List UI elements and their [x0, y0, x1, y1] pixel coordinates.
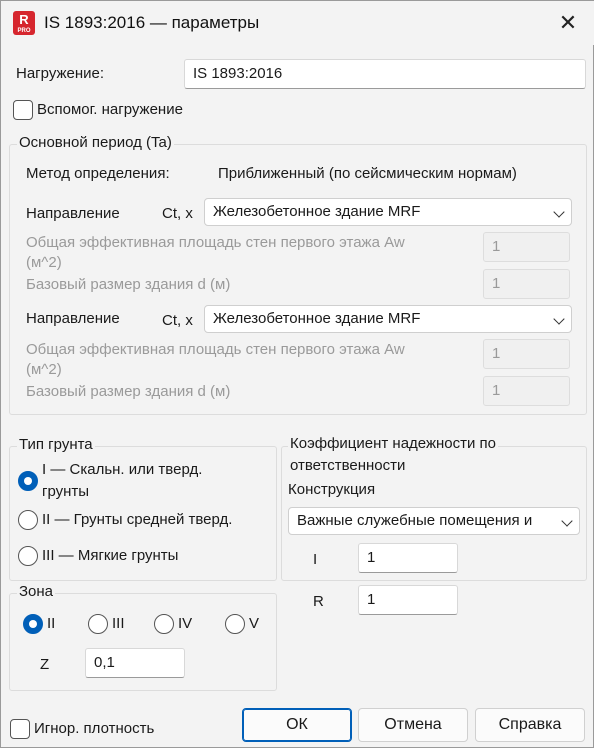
close-icon[interactable]: ✕ [555, 11, 581, 37]
chevron-down-icon [553, 313, 565, 325]
direction-1-size-label: Базовый размер здания d (м) [26, 276, 231, 293]
soil-type-2-label: II — Грунты средней тверд. [42, 511, 233, 528]
aux-load-checkbox[interactable] [13, 100, 33, 120]
direction-1-selected-value: Железобетонное здание MRF [213, 203, 421, 220]
aux-load-label: Вспомог. нагружение [37, 101, 183, 118]
direction-2-selected-value: Железобетонное здание MRF [213, 310, 421, 327]
zone-iii-radio[interactable] [88, 614, 108, 634]
dialog-window: R PRO IS 1893:2016 — параметры ✕ Нагруже… [0, 0, 594, 748]
load-label: Нагружение: [16, 65, 105, 82]
zone-group-label: Зона [17, 583, 56, 600]
direction-1-building-type-select[interactable]: Железобетонное здание MRF [204, 198, 572, 226]
zone-ii-radio[interactable] [23, 614, 43, 634]
soil-type-3-label: III — Мягкие грунты [42, 547, 179, 564]
importance-group-label: Коэффициент надежности по [288, 435, 499, 452]
zone-iv-label: IV [178, 615, 193, 632]
soil-type-2-radio[interactable] [18, 510, 38, 530]
direction-2-size-label: Базовый размер здания d (м) [26, 383, 231, 400]
importance-i-label: I [313, 551, 318, 568]
direction-2-label: Направление [26, 310, 120, 327]
r-label: R [313, 593, 324, 610]
chevron-down-icon [553, 206, 565, 218]
ok-button[interactable]: ОК [242, 708, 352, 742]
construction-label: Конструкция [288, 481, 376, 498]
zone-iv-radio[interactable] [154, 614, 174, 634]
direction-2-area-unit: (м^2) [26, 361, 62, 378]
app-icon-badge: PRO [17, 28, 31, 34]
ignore-density-checkbox[interactable] [10, 719, 30, 739]
soil-type-3-radio[interactable] [18, 546, 38, 566]
importance-i-input[interactable]: 1 [358, 543, 458, 573]
direction-2-axis: Ct, x [162, 312, 193, 329]
zone-v-radio[interactable] [225, 614, 245, 634]
direction-1-label: Направление [26, 205, 120, 222]
soil-type-group-label: Тип грунта [17, 436, 95, 453]
help-button[interactable]: Справка [475, 708, 585, 742]
method-value: Приближенный (по сейсмическим нормам) [218, 165, 517, 182]
direction-1-axis: Ct, x [162, 205, 193, 222]
construction-select[interactable]: Важные служебные помещения и [288, 507, 580, 535]
z-value-input[interactable]: 0,1 [85, 648, 185, 678]
load-name-input[interactable]: IS 1893:2016 [184, 59, 586, 89]
cancel-button[interactable]: Отмена [358, 708, 468, 742]
direction-2-size-input[interactable]: 1 [483, 376, 570, 406]
app-icon-letter: R [19, 12, 29, 27]
zone-iii-label: III [112, 615, 125, 632]
chevron-down-icon [561, 515, 573, 527]
direction-2-area-label: Общая эффективная площадь стен первого э… [26, 341, 405, 358]
direction-1-area-label: Общая эффективная площадь стен первого э… [26, 234, 405, 251]
direction-1-area-unit: (м^2) [26, 254, 62, 271]
r-value-input[interactable]: 1 [358, 585, 458, 615]
zone-v-label: V [249, 615, 260, 632]
period-group-label: Основной период (Ta) [17, 134, 174, 151]
direction-2-building-type-select[interactable]: Железобетонное здание MRF [204, 305, 572, 333]
soil-type-1-label-line2: грунты [42, 483, 90, 500]
title-bar[interactable]: R PRO IS 1893:2016 — параметры ✕ [1, 1, 594, 45]
method-label: Метод определения: [26, 165, 170, 182]
direction-2-area-input[interactable]: 1 [483, 339, 570, 369]
construction-selected-value: Важные служебные помещения и [297, 512, 533, 529]
z-label: Z [40, 656, 50, 673]
importance-group-label-line2: ответственности [288, 457, 408, 474]
soil-type-1-radio[interactable] [18, 471, 38, 491]
direction-1-area-input[interactable]: 1 [483, 232, 570, 262]
revit-app-icon: R PRO [13, 11, 35, 35]
direction-1-size-input[interactable]: 1 [483, 269, 570, 299]
soil-type-1-label: I — Скальн. или тверд. [42, 461, 203, 478]
ignore-density-label: Игнор. плотность [34, 720, 155, 737]
window-title: IS 1893:2016 — параметры [44, 13, 260, 32]
zone-ii-label: II [47, 615, 56, 632]
